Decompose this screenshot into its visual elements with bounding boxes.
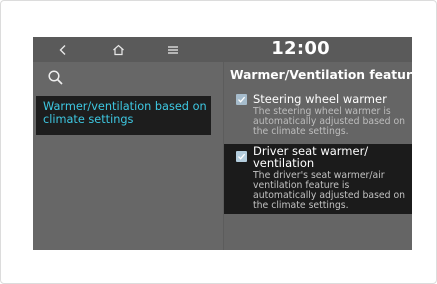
option-description: The steering wheel warmer is automatical… bbox=[253, 106, 406, 137]
infotainment-screen: 12:00 Warmer/ventilation based on climat… bbox=[33, 37, 412, 250]
option-description: The driver's seat warmer/air ventilation… bbox=[253, 170, 406, 211]
search-icon bbox=[48, 70, 63, 85]
home-button[interactable] bbox=[106, 39, 130, 60]
chevron-left-icon bbox=[59, 44, 66, 55]
main-panel: Warmer/Ventilation features Steering whe… bbox=[224, 62, 412, 250]
option-steering-wheel-warmer[interactable]: Steering wheel warmer The steering wheel… bbox=[232, 91, 410, 137]
clock: 12:00 bbox=[271, 38, 330, 59]
menu-icon bbox=[168, 45, 178, 54]
top-bar: 12:00 bbox=[33, 37, 412, 62]
sidebar-item-label: Warmer/ventilation based on climate sett… bbox=[43, 100, 207, 126]
home-icon bbox=[112, 44, 124, 55]
option-label: Driver seat warmer/ ventilation bbox=[253, 144, 369, 170]
sidebar-item-climate-settings[interactable]: Warmer/ventilation based on climate sett… bbox=[36, 96, 211, 135]
checkmark-icon bbox=[238, 153, 246, 160]
option-driver-seat-warmer-ventilation[interactable]: Driver seat warmer/ ventilation The driv… bbox=[224, 144, 412, 214]
option-label: Steering wheel warmer bbox=[253, 92, 387, 106]
sidebar: Warmer/ventilation based on climate sett… bbox=[33, 62, 223, 250]
checkmark-icon bbox=[238, 96, 246, 103]
search-button[interactable] bbox=[47, 69, 65, 87]
back-button[interactable] bbox=[51, 39, 75, 60]
checkbox[interactable] bbox=[236, 94, 247, 105]
menu-button[interactable] bbox=[161, 39, 185, 60]
checkbox[interactable] bbox=[236, 151, 247, 162]
page-title: Warmer/Ventilation features bbox=[230, 68, 412, 82]
